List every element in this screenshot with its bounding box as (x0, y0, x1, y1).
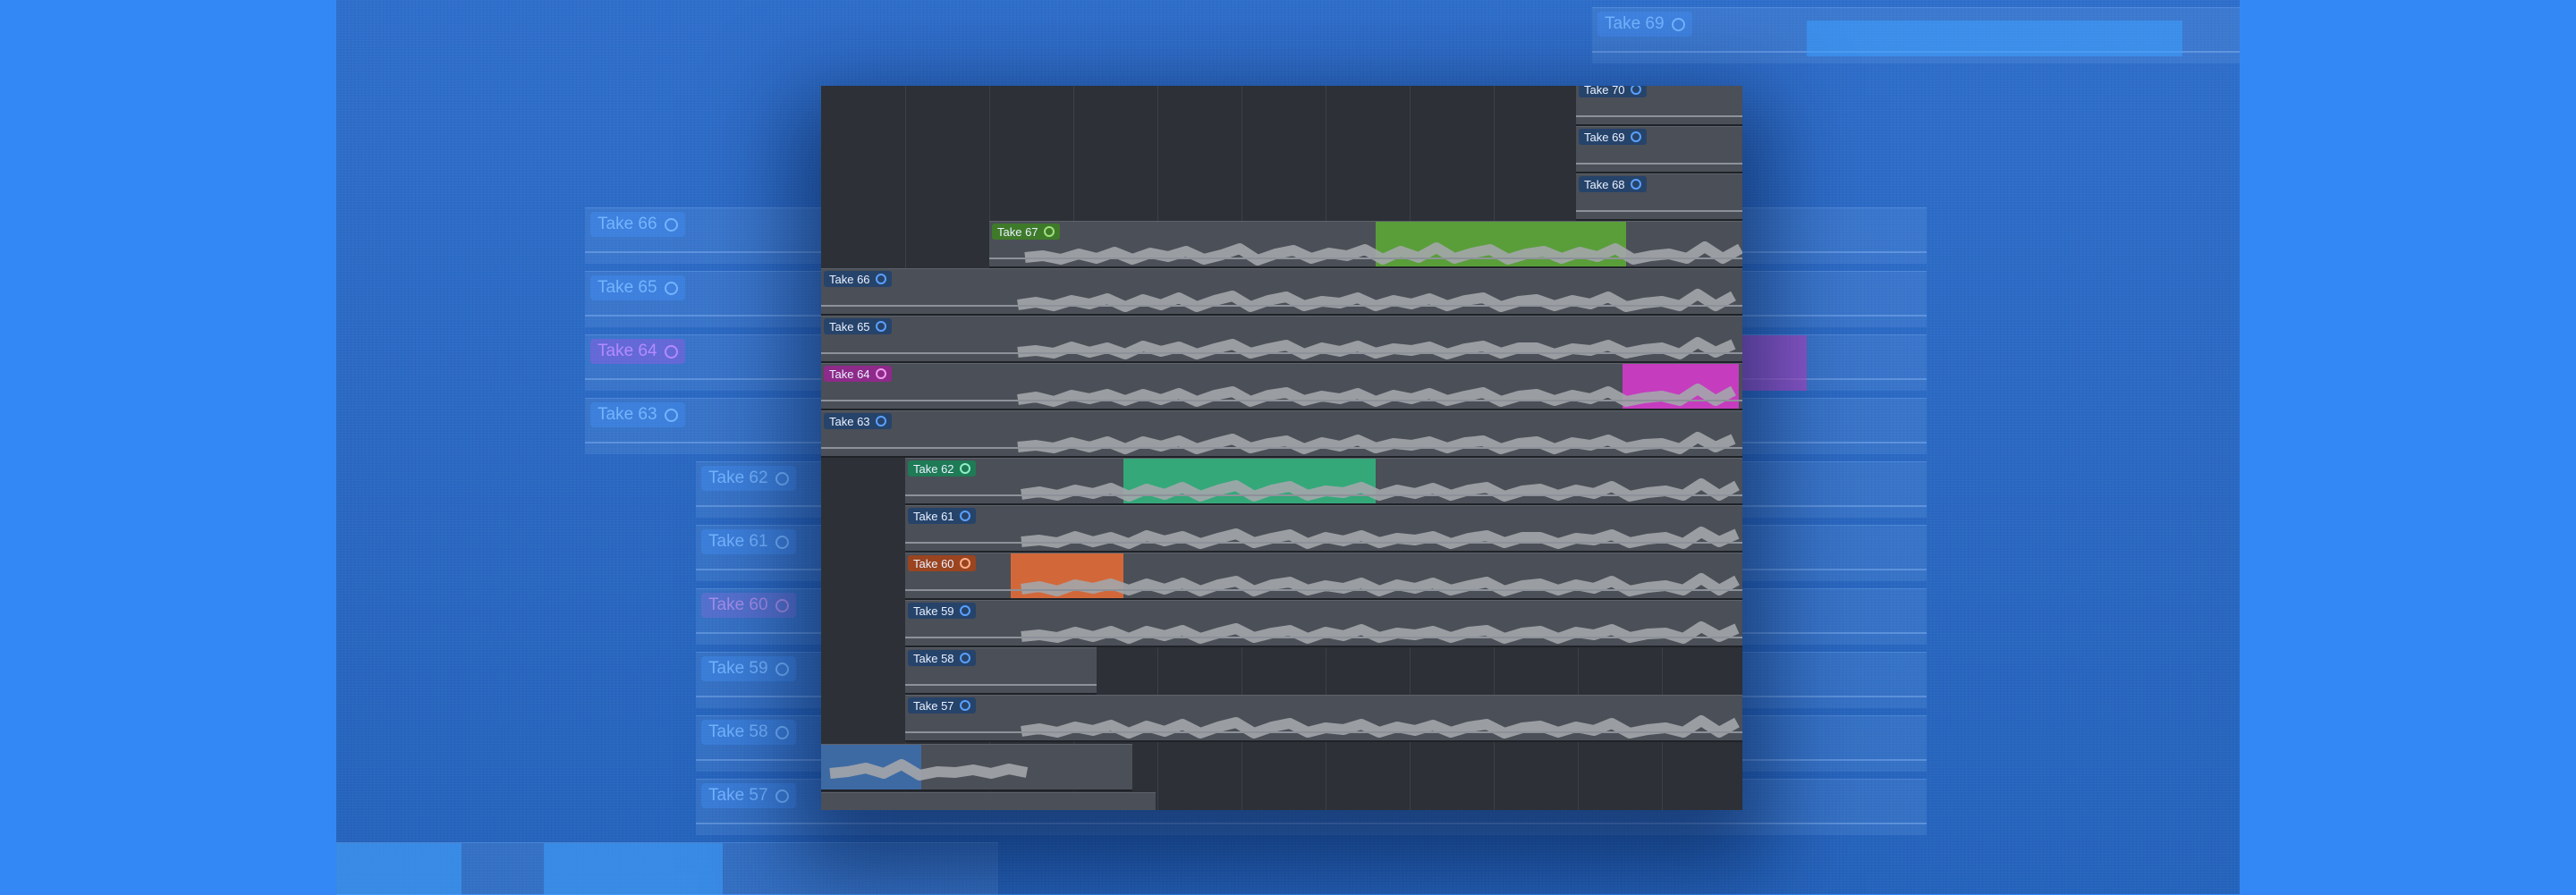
take-circle-icon (959, 605, 970, 616)
take-lane[interactable]: Take 69 (821, 126, 1742, 173)
take-circle-icon (664, 344, 678, 359)
ghost-lane (336, 842, 998, 895)
take-region[interactable]: Take 66 (821, 268, 1742, 316)
take-region[interactable]: Take 60 (905, 553, 1742, 600)
take-lane[interactable]: Take 59 (821, 600, 1742, 647)
waveform (1021, 715, 1740, 739)
comp-region[interactable] (821, 744, 1132, 791)
waveform (1021, 573, 1740, 596)
take-label[interactable]: Take 67 (992, 224, 1060, 240)
take-lane[interactable]: Take 62 (821, 458, 1742, 505)
take-circle-icon (775, 471, 789, 485)
take-label[interactable]: Take 61 (908, 508, 976, 524)
take-circle-icon (959, 463, 970, 474)
ghost-take-label: Take 62 (708, 469, 768, 487)
take-label[interactable]: Take 69 (1579, 129, 1647, 145)
take-lane[interactable]: Take 70 (821, 86, 1742, 126)
take-label[interactable]: Take 60 (908, 555, 976, 571)
take-region[interactable]: Take 59 (905, 600, 1742, 647)
take-label[interactable]: Take 65 (824, 318, 892, 334)
waveform (829, 759, 1029, 781)
take-circle-icon (1630, 131, 1641, 142)
take-lane[interactable]: Take 66 (821, 268, 1742, 316)
take-region[interactable]: Take 70 (1576, 86, 1742, 126)
ghost-take-label: Take 64 (597, 342, 657, 360)
take-circle-icon (959, 558, 970, 569)
take-folder-window: Take 70 Take 69 Take 68 Take 67 Take 66 (821, 86, 1742, 810)
waveform (1017, 432, 1736, 454)
ghost-take-label: Take 65 (597, 278, 657, 297)
take-lane[interactable]: Take 65 (821, 316, 1742, 363)
take-circle-icon (664, 217, 678, 232)
take-circle-icon (875, 416, 886, 426)
take-circle-icon (1630, 86, 1641, 95)
lower-region (821, 792, 1156, 810)
take-lane[interactable]: Take 64 (821, 363, 1742, 410)
take-label[interactable]: Take 63 (824, 413, 892, 429)
take-circle-icon (1630, 179, 1641, 190)
ghost-take-label: Take 63 (597, 405, 657, 424)
take-region[interactable]: Take 57 (905, 695, 1742, 742)
take-label[interactable]: Take 64 (824, 366, 892, 382)
take-circle-icon (775, 662, 789, 676)
take-lane[interactable]: Take 68 (821, 173, 1742, 221)
take-circle-icon (1671, 17, 1685, 31)
take-circle-icon (875, 321, 886, 332)
take-circle-icon (875, 274, 886, 284)
take-circle-icon (775, 598, 789, 612)
take-label[interactable]: Take 57 (908, 697, 976, 713)
ghost-take-label: Take 59 (708, 659, 768, 678)
take-label[interactable]: Take 62 (908, 460, 976, 477)
take-region[interactable]: Take 69 (1576, 126, 1742, 173)
take-region[interactable]: Take 63 (821, 410, 1742, 458)
ghost-take-label: Take 66 (597, 215, 657, 233)
take-label[interactable]: Take 66 (824, 271, 892, 287)
take-label[interactable]: Take 70 (1579, 86, 1647, 97)
take-circle-icon (959, 700, 970, 711)
take-label[interactable]: Take 58 (908, 650, 976, 666)
take-circle-icon (875, 368, 886, 379)
waveform (1021, 478, 1740, 502)
waveform (1017, 289, 1736, 312)
take-lane[interactable]: Take 61 (821, 505, 1742, 553)
waveform (1017, 337, 1736, 359)
take-circle-icon (775, 789, 789, 803)
take-lane[interactable]: Take 57 (821, 695, 1742, 742)
take-lane[interactable]: Take 67 (821, 221, 1742, 268)
ghost-take-label: Take 69 (1597, 12, 1692, 37)
take-region[interactable]: Take 67 (989, 221, 1742, 268)
take-region[interactable]: Take 64 (821, 363, 1742, 410)
take-circle-icon (664, 408, 678, 422)
take-lane[interactable]: Take 60 (821, 553, 1742, 600)
ghost-take-label: Take 58 (708, 722, 768, 741)
ghost-lane: Take 69 (1592, 7, 2240, 63)
take-label[interactable]: Take 59 (908, 603, 976, 619)
waveform (1021, 621, 1740, 644)
take-circle-icon (1043, 226, 1055, 237)
waveform (1021, 527, 1740, 549)
take-circle-icon (664, 281, 678, 295)
ghost-take-label: Take 57 (708, 786, 768, 805)
take-region[interactable]: Take 65 (821, 316, 1742, 363)
ghost-take-label: Take 60 (708, 595, 768, 614)
take-region[interactable]: Take 68 (1576, 173, 1742, 221)
take-circle-icon (775, 725, 789, 739)
waveform (1024, 241, 1742, 266)
take-label[interactable]: Take 68 (1579, 176, 1647, 192)
waveform (1017, 384, 1736, 407)
take-region[interactable]: Take 58 (905, 647, 1097, 695)
take-region[interactable]: Take 61 (905, 505, 1742, 553)
take-circle-icon (775, 535, 789, 549)
take-circle-icon (959, 511, 970, 521)
take-region[interactable]: Take 62 (905, 458, 1742, 505)
take-lane[interactable]: Take 58 (821, 647, 1742, 695)
take-circle-icon (959, 653, 970, 663)
ghost-take-label: Take 61 (708, 532, 768, 551)
take-lane[interactable]: Take 63 (821, 410, 1742, 458)
